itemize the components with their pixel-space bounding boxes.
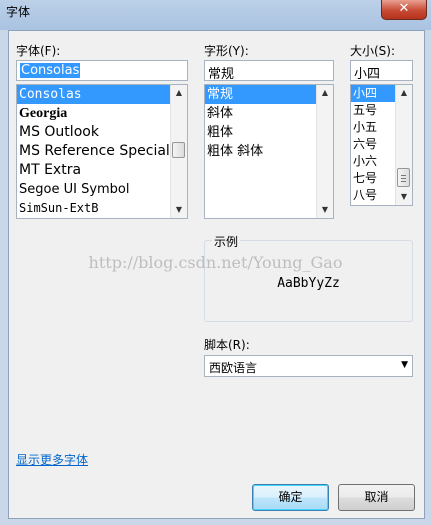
script-label: 脚本(R): <box>204 338 250 352</box>
scroll-down-icon[interactable]: ▼ <box>396 189 412 205</box>
font-style-scrollbar[interactable]: ▲ ▼ <box>316 85 333 218</box>
scroll-up-icon[interactable]: ▲ <box>171 85 187 101</box>
scroll-thumb[interactable] <box>397 168 410 187</box>
list-item[interactable]: Georgia <box>17 104 187 123</box>
ok-button[interactable]: 确定 <box>252 484 329 511</box>
dialog-body: 字体(F): Consolas Consolas Georgia MS Outl… <box>8 30 425 519</box>
font-style-input[interactable]: 常规 <box>204 60 334 81</box>
list-item[interactable]: 粗体 斜体 <box>205 142 333 161</box>
font-style-list[interactable]: 常规 斜体 粗体 粗体 斜体 ▲ ▼ <box>204 84 334 219</box>
list-item[interactable]: MT Extra <box>17 161 187 180</box>
font-family-input[interactable]: Consolas <box>16 60 188 81</box>
list-item[interactable]: Segoe UI Symbol <box>17 180 187 199</box>
sample-text: AaBbYyZz <box>277 276 340 291</box>
cancel-button[interactable]: 取消 <box>338 484 415 511</box>
watermark: http://blog.csdn.net/Young_Gao <box>88 253 343 272</box>
script-select-value: 西欧语言 <box>209 361 258 375</box>
list-item[interactable]: SimSun-ExtB <box>17 199 187 218</box>
grip-line <box>401 181 406 182</box>
font-size-label: 大小(S): <box>350 44 396 58</box>
title-bar: 字体 ✕ <box>0 0 431 30</box>
scroll-down-icon[interactable]: ▼ <box>171 202 187 218</box>
sample-legend: 示例 <box>212 233 241 250</box>
font-family-scrollbar[interactable]: ▲ ▼ <box>170 85 187 218</box>
font-family-input-value: Consolas <box>20 63 81 78</box>
font-size-input-value: 小四 <box>354 67 381 81</box>
list-item[interactable]: 粗体 <box>205 123 333 142</box>
font-style-input-value: 常规 <box>208 67 235 81</box>
grip-line <box>401 178 406 179</box>
font-size-list[interactable]: 小四 五号 小五 六号 小六 七号 八号 ▲ ▼ <box>350 84 413 206</box>
font-family-list[interactable]: Consolas Georgia MS Outlook MS Reference… <box>16 84 188 219</box>
window-title: 字体 <box>6 5 31 19</box>
scroll-thumb[interactable] <box>172 142 185 158</box>
list-item[interactable]: 斜体 <box>205 104 333 123</box>
font-size-input[interactable]: 小四 <box>350 60 413 81</box>
scroll-down-icon[interactable]: ▼ <box>317 202 333 218</box>
font-style-label: 字形(Y): <box>204 44 249 58</box>
show-more-fonts-link[interactable]: 显示更多字体 <box>16 451 88 468</box>
font-family-label: 字体(F): <box>16 44 61 58</box>
close-button[interactable]: ✕ <box>381 0 427 20</box>
list-item[interactable]: 常规 <box>205 85 333 104</box>
chevron-down-icon[interactable]: ▼ <box>401 360 408 370</box>
list-item[interactable]: MS Reference Specialt <box>17 142 187 161</box>
list-item[interactable]: Consolas <box>17 85 187 104</box>
scroll-up-icon[interactable]: ▲ <box>317 85 333 101</box>
font-size-scrollbar[interactable]: ▲ ▼ <box>395 85 412 205</box>
grip-line <box>401 175 406 176</box>
list-item[interactable]: MS Outlook <box>17 123 187 142</box>
script-select[interactable]: 西欧语言 ▼ <box>204 355 413 377</box>
scroll-up-icon[interactable]: ▲ <box>396 85 412 101</box>
